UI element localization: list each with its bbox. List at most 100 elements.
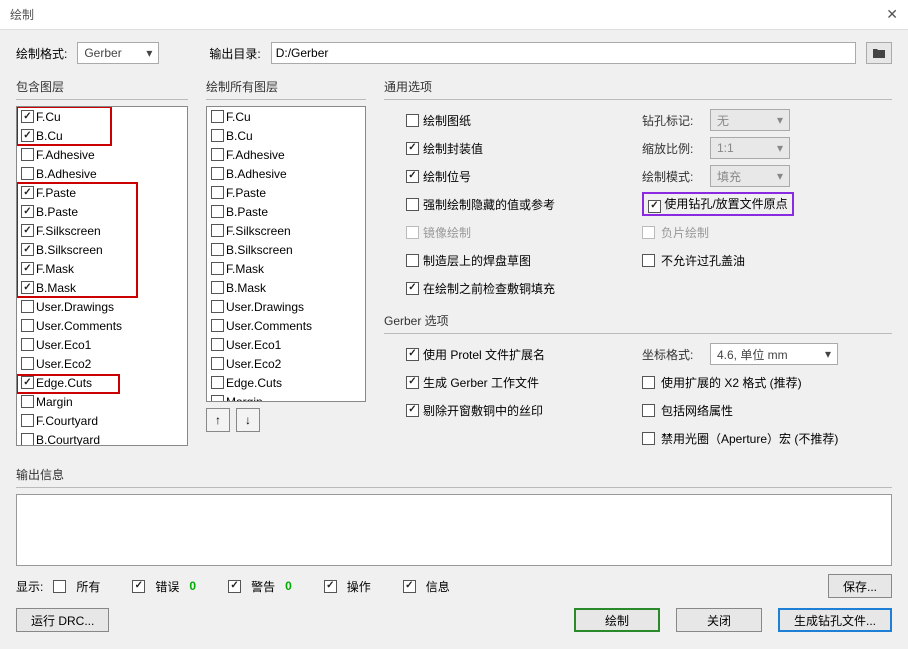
layer-item[interactable]: F.Adhesive xyxy=(17,145,187,164)
close-button[interactable]: 关闭 xyxy=(676,608,762,632)
layer-checkbox[interactable] xyxy=(211,205,224,218)
layer-checkbox[interactable] xyxy=(21,433,34,446)
layer-checkbox[interactable] xyxy=(21,395,34,408)
move-up-button[interactable]: ↑ xyxy=(206,408,230,432)
layer-checkbox[interactable] xyxy=(211,110,224,123)
use-protel-checkbox[interactable] xyxy=(406,348,419,361)
show-actions-checkbox[interactable] xyxy=(324,580,337,593)
layer-checkbox[interactable] xyxy=(21,167,34,180)
layer-item[interactable]: F.Mask xyxy=(207,259,365,278)
layer-checkbox[interactable] xyxy=(21,338,34,351)
layer-checkbox[interactable] xyxy=(211,338,224,351)
layer-item[interactable]: F.Cu xyxy=(207,107,365,126)
layer-item[interactable]: F.Silkscreen xyxy=(207,221,365,240)
layer-item[interactable]: B.Courtyard xyxy=(17,430,187,446)
layer-item[interactable]: User.Eco2 xyxy=(17,354,187,373)
layer-checkbox[interactable] xyxy=(211,395,224,402)
layer-checkbox[interactable] xyxy=(211,262,224,275)
layer-item[interactable]: B.Silkscreen xyxy=(207,240,365,259)
scale-select[interactable]: 1:1▾ xyxy=(710,137,790,159)
layer-checkbox[interactable] xyxy=(21,224,34,237)
layer-checkbox[interactable] xyxy=(21,300,34,313)
coord-format-select[interactable]: 4.6, 单位 mm▾ xyxy=(710,343,838,365)
plot-mode-select[interactable]: 填充▾ xyxy=(710,165,790,187)
layer-item[interactable]: User.Comments xyxy=(17,316,187,335)
layer-item[interactable]: B.Paste xyxy=(17,202,187,221)
layer-checkbox[interactable] xyxy=(21,110,34,123)
subtract-silk-checkbox[interactable] xyxy=(406,404,419,417)
layer-checkbox[interactable] xyxy=(21,243,34,256)
force-hidden-checkbox[interactable] xyxy=(406,198,419,211)
plot-all-layers-list[interactable]: F.CuB.CuF.AdhesiveB.AdhesiveF.PasteB.Pas… xyxy=(206,106,366,402)
layer-item[interactable]: User.Eco2 xyxy=(207,354,365,373)
layer-checkbox[interactable] xyxy=(211,129,224,142)
layer-item[interactable]: F.Cu xyxy=(17,107,187,126)
plot-sheet-checkbox[interactable] xyxy=(406,114,419,127)
plot-refs-checkbox[interactable] xyxy=(406,170,419,183)
save-button[interactable]: 保存... xyxy=(828,574,892,598)
layer-checkbox[interactable] xyxy=(21,357,34,370)
layer-checkbox[interactable] xyxy=(211,167,224,180)
layer-item[interactable]: B.Cu xyxy=(17,126,187,145)
layer-item[interactable]: Edge.Cuts xyxy=(207,373,365,392)
show-all-checkbox[interactable] xyxy=(53,580,66,593)
layer-checkbox[interactable] xyxy=(21,129,34,142)
layer-checkbox[interactable] xyxy=(21,205,34,218)
use-x2-checkbox[interactable] xyxy=(642,376,655,389)
include-layers-list[interactable]: F.CuB.CuF.AdhesiveB.AdhesiveF.PasteB.Pas… xyxy=(16,106,188,446)
layer-item[interactable]: Margin xyxy=(17,392,187,411)
layer-checkbox[interactable] xyxy=(21,376,34,389)
disable-aperture-checkbox[interactable] xyxy=(642,432,655,445)
gen-job-checkbox[interactable] xyxy=(406,376,419,389)
browse-folder-button[interactable] xyxy=(866,42,892,64)
layer-checkbox[interactable] xyxy=(211,376,224,389)
run-drc-button[interactable]: 运行 DRC... xyxy=(16,608,109,632)
layer-item[interactable]: User.Comments xyxy=(207,316,365,335)
layer-checkbox[interactable] xyxy=(21,186,34,199)
check-zones-checkbox[interactable] xyxy=(406,282,419,295)
move-down-button[interactable]: ↓ xyxy=(236,408,260,432)
close-icon[interactable]: ✕ xyxy=(886,6,898,23)
layer-item[interactable]: F.Paste xyxy=(207,183,365,202)
layer-item[interactable]: F.Paste xyxy=(17,183,187,202)
layer-item[interactable]: B.Mask xyxy=(17,278,187,297)
layer-checkbox[interactable] xyxy=(21,414,34,427)
output-messages[interactable] xyxy=(16,494,892,566)
plot-button[interactable]: 绘制 xyxy=(574,608,660,632)
outdir-input[interactable] xyxy=(271,42,856,64)
layer-item[interactable]: F.Silkscreen xyxy=(17,221,187,240)
layer-item[interactable]: B.Mask xyxy=(207,278,365,297)
layer-checkbox[interactable] xyxy=(21,148,34,161)
drill-mark-select[interactable]: 无▾ xyxy=(710,109,790,131)
layer-checkbox[interactable] xyxy=(211,300,224,313)
show-info-checkbox[interactable] xyxy=(403,580,416,593)
layer-item[interactable]: B.Adhesive xyxy=(207,164,365,183)
layer-checkbox[interactable] xyxy=(211,357,224,370)
layer-item[interactable]: User.Drawings xyxy=(17,297,187,316)
layer-item[interactable]: F.Mask xyxy=(17,259,187,278)
show-warnings-checkbox[interactable] xyxy=(228,580,241,593)
plot-fp-values-checkbox[interactable] xyxy=(406,142,419,155)
include-net-checkbox[interactable] xyxy=(642,404,655,417)
layer-checkbox[interactable] xyxy=(211,148,224,161)
layer-item[interactable]: B.Paste xyxy=(207,202,365,221)
layer-item[interactable]: Edge.Cuts xyxy=(17,373,187,392)
layer-item[interactable]: B.Cu xyxy=(207,126,365,145)
layer-item[interactable]: B.Silkscreen xyxy=(17,240,187,259)
layer-item[interactable]: B.Adhesive xyxy=(17,164,187,183)
layer-checkbox[interactable] xyxy=(211,243,224,256)
gen-drill-button[interactable]: 生成钻孔文件... xyxy=(778,608,892,632)
layer-checkbox[interactable] xyxy=(21,319,34,332)
layer-checkbox[interactable] xyxy=(211,186,224,199)
layer-item[interactable]: F.Adhesive xyxy=(207,145,365,164)
layer-checkbox[interactable] xyxy=(211,281,224,294)
tent-vias-checkbox[interactable] xyxy=(642,254,655,267)
layer-checkbox[interactable] xyxy=(211,319,224,332)
format-select[interactable]: Gerber ▾ xyxy=(77,42,159,64)
show-errors-checkbox[interactable] xyxy=(132,580,145,593)
layer-checkbox[interactable] xyxy=(21,281,34,294)
layer-checkbox[interactable] xyxy=(21,262,34,275)
layer-item[interactable]: User.Drawings xyxy=(207,297,365,316)
layer-item[interactable]: User.Eco1 xyxy=(17,335,187,354)
layer-item[interactable]: F.Courtyard xyxy=(17,411,187,430)
